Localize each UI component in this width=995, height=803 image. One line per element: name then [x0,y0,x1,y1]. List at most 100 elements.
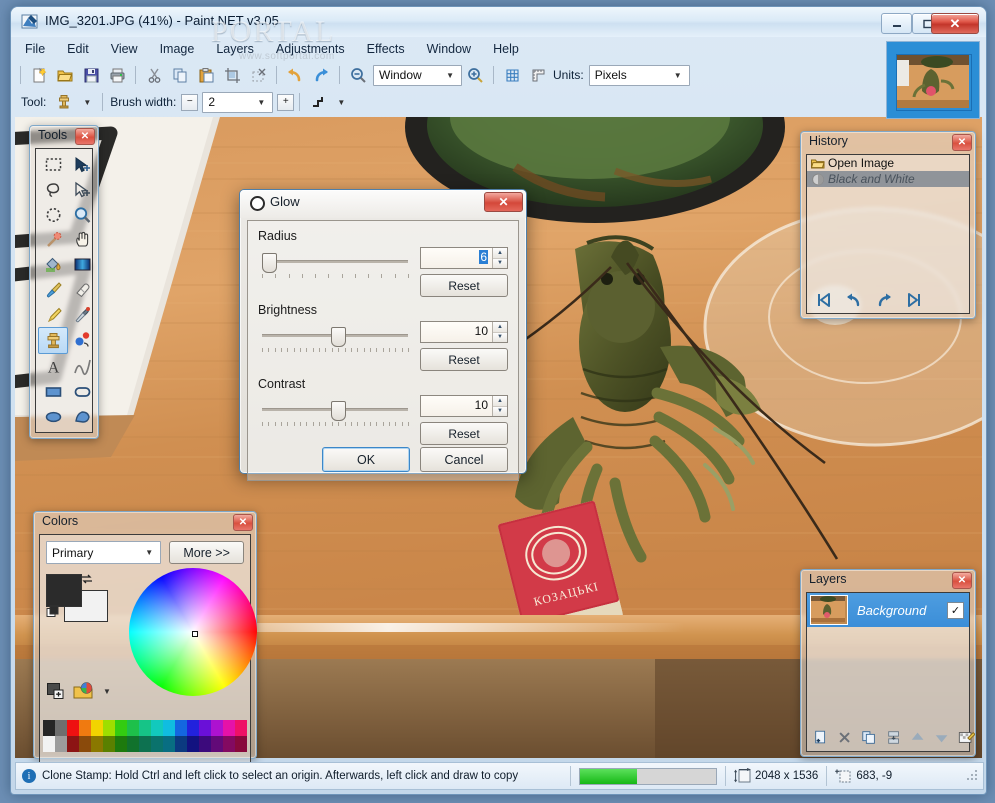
palette-swatch[interactable] [151,720,163,736]
zoom-tool[interactable] [68,202,96,227]
slider-thumb[interactable] [331,327,346,347]
palette-swatch[interactable] [187,736,199,752]
history-list[interactable]: Open Image Black and White [806,154,970,314]
palette-swatch[interactable] [163,736,175,752]
minimize-button[interactable] [881,13,912,34]
spinner-up-icon[interactable]: ▲ [493,396,507,406]
color-mode-combo[interactable]: Primary ▼ [46,541,162,564]
glow-dialog-close-button[interactable]: ✕ [484,192,523,212]
recolor-tool[interactable] [68,327,96,352]
layer-visibility-checkbox[interactable]: ✓ [947,601,964,619]
rounded-rectangle-tool[interactable] [68,379,96,404]
palette-swatch[interactable] [235,720,247,736]
palette-swatch[interactable] [43,720,55,736]
spinner-down-icon[interactable]: ▼ [493,257,507,268]
radius-reset-button[interactable]: Reset [420,274,508,297]
tools-palette-close-button[interactable]: ✕ [75,128,95,145]
history-rewind-button[interactable] [815,292,832,308]
palette-swatch[interactable] [67,720,79,736]
menu-effects[interactable]: Effects [356,39,416,59]
radius-slider[interactable] [258,253,412,283]
palette-swatch[interactable] [235,736,247,752]
blend-mode-icon[interactable] [306,91,330,113]
palette-swatch[interactable] [67,736,79,752]
history-fast-forward-button[interactable] [906,292,923,308]
brightness-slider[interactable] [258,327,412,357]
tool-dropdown-arrow-icon[interactable]: ▼ [77,98,97,107]
menu-help[interactable]: Help [482,39,530,59]
contrast-reset-button[interactable]: Reset [420,422,508,445]
paint-bucket-tool[interactable] [39,252,67,277]
palette-swatch[interactable] [163,720,175,736]
save-icon[interactable] [79,64,103,86]
palette-swatch[interactable] [43,736,55,752]
brush-width-increase-button[interactable]: + [277,93,295,111]
spinner-up-icon[interactable]: ▲ [493,248,507,258]
close-button[interactable]: ✕ [931,13,979,34]
crop-to-selection-icon[interactable] [220,64,244,86]
pan-tool[interactable] [68,227,96,252]
palette-swatch[interactable] [79,736,91,752]
contrast-spinbox[interactable]: 10 ▲ ▼ [420,395,508,417]
palette-swatch[interactable] [55,736,67,752]
slider-thumb[interactable] [331,401,346,421]
history-item[interactable]: Open Image [807,155,969,171]
resize-grip-icon[interactable] [967,770,979,782]
rectangle-select-tool[interactable] [39,152,67,177]
history-palette-close-button[interactable]: ✕ [952,134,972,151]
layers-list[interactable]: Background ✓ [806,592,975,752]
palette-swatch[interactable] [55,720,67,736]
brightness-reset-button[interactable]: Reset [420,348,508,371]
palette-swatch[interactable] [175,720,187,736]
rectangle-shape-tool[interactable] [39,379,67,404]
brightness-spinner[interactable]: ▲ ▼ [492,322,507,342]
cut-icon[interactable] [142,64,166,86]
zoom-in-icon[interactable] [463,64,487,86]
colors-palette-close-button[interactable]: ✕ [233,514,253,531]
menu-layers[interactable]: Layers [205,39,265,59]
lasso-select-tool[interactable] [39,177,67,202]
paintbrush-tool[interactable] [39,277,67,302]
copy-icon[interactable] [168,64,192,86]
ellipse-shape-tool[interactable] [39,404,67,429]
radius-spinbox[interactable]: 6 ▲ ▼ [420,247,508,269]
open-icon[interactable] [53,64,77,86]
contrast-slider[interactable] [258,401,412,431]
contrast-spinner[interactable]: ▲ ▼ [492,396,507,416]
add-new-layer-button[interactable] [813,729,828,746]
palette-swatch[interactable] [115,720,127,736]
palette-swatch[interactable] [199,720,211,736]
palette-dropdown-arrow-icon[interactable]: ▼ [103,687,111,696]
move-layer-up-button[interactable] [910,729,925,746]
reset-colors-icon[interactable] [46,605,62,620]
palette-swatch[interactable] [103,720,115,736]
palette-swatch[interactable] [139,736,151,752]
palette-swatch[interactable] [223,720,235,736]
layer-row[interactable]: Background ✓ [807,593,969,627]
move-layer-down-button[interactable] [934,729,949,746]
clone-stamp-icon[interactable] [52,91,76,113]
palette-swatch[interactable] [211,720,223,736]
palette-swatch[interactable] [211,736,223,752]
layer-properties-button[interactable] [958,729,975,746]
menu-edit[interactable]: Edit [56,39,100,59]
menu-window[interactable]: Window [416,39,482,59]
brush-width-combo[interactable]: 2 ▼ [202,91,274,113]
palette-folder-icon[interactable] [73,682,95,700]
delete-layer-button[interactable] [837,729,852,746]
ellipse-select-tool[interactable] [39,202,67,227]
palette-swatch[interactable] [175,736,187,752]
swap-colors-icon[interactable] [80,573,94,586]
menu-file[interactable]: File [14,39,56,59]
merge-layer-down-button[interactable] [886,729,901,746]
magic-wand-tool[interactable] [39,227,67,252]
paste-icon[interactable] [194,64,218,86]
gradient-tool[interactable] [68,252,96,277]
palette-swatch[interactable] [79,720,91,736]
color-picker-tool[interactable] [68,302,96,327]
palette-swatch[interactable] [91,736,103,752]
text-tool[interactable]: A [39,354,67,379]
freeform-shape-tool[interactable] [68,404,96,429]
palette-swatch[interactable] [127,736,139,752]
menu-view[interactable]: View [100,39,149,59]
